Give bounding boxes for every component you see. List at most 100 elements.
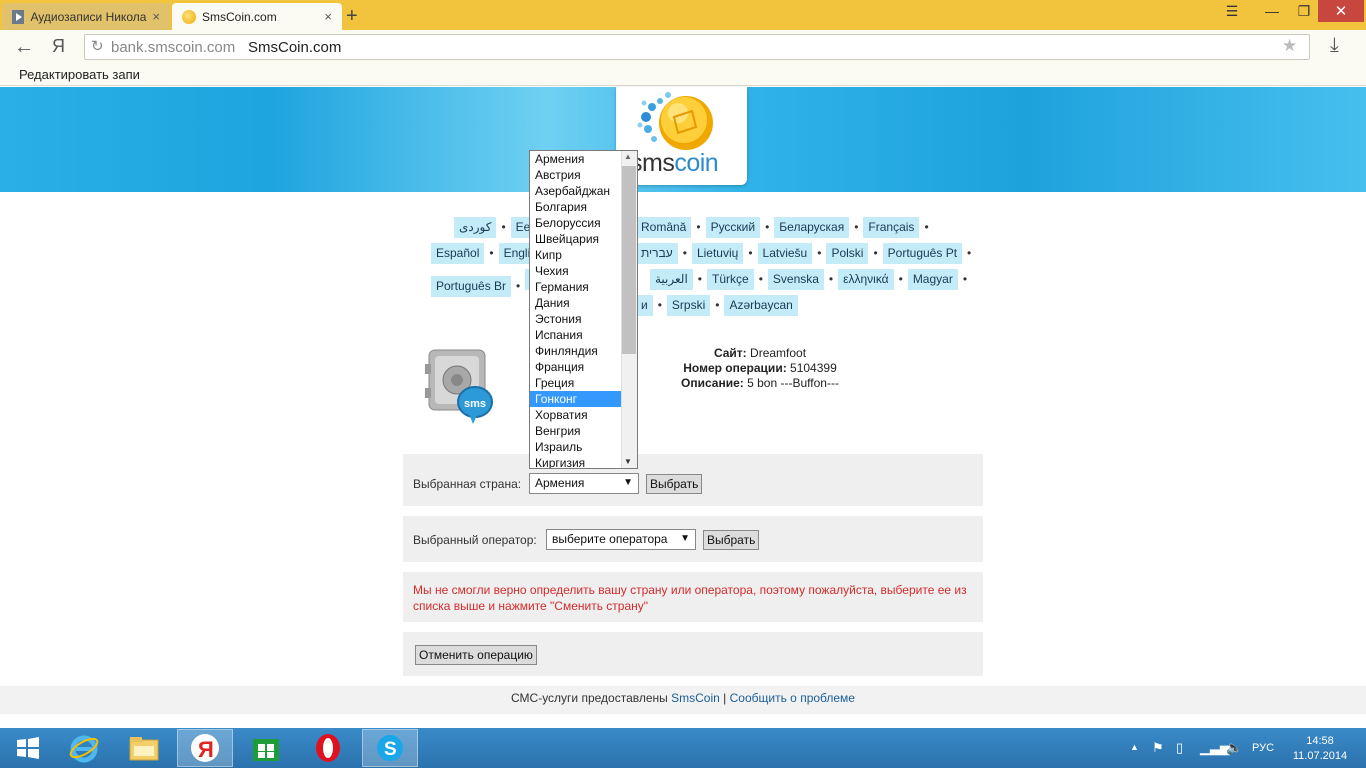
logo-text: smscoin (630, 149, 719, 177)
new-tab-button[interactable]: + (346, 5, 358, 28)
country-option[interactable]: Дания (530, 295, 622, 311)
opera-icon (316, 734, 340, 762)
language-row: العربية • Türkçe • Svenska • ελληνικά • Magyar • (650, 269, 972, 290)
cancel-operation-button[interactable]: Отменить операцию (415, 645, 537, 665)
show-hidden-icons[interactable]: ▲ (1130, 742, 1139, 752)
country-option[interactable]: Болгария (530, 199, 622, 215)
star-icon[interactable]: ★ (1282, 36, 1297, 56)
country-option[interactable]: Кипр (530, 247, 622, 263)
yandex-icon: Я (191, 734, 219, 762)
operator-select[interactable]: выберите оператора ▼ (546, 529, 696, 550)
lang-latvian[interactable]: Latviešu (757, 243, 813, 264)
chevron-down-icon: ▼ (623, 477, 633, 488)
lang-turkish[interactable]: Türkçe (707, 269, 754, 290)
lang-swedish[interactable]: Svenska (767, 269, 824, 290)
download-icon[interactable]: ⤓ (1330, 34, 1339, 57)
close-tab-icon[interactable]: × (324, 9, 332, 24)
start-button[interactable] (0, 729, 56, 767)
lang-hungarian[interactable]: Magyar (907, 269, 958, 290)
country-option[interactable]: Австрия (530, 167, 622, 183)
opera-button[interactable] (300, 729, 356, 767)
url-title: SmsCoin.com (248, 39, 342, 56)
lang-greek[interactable]: ελληνικά (838, 269, 894, 290)
language-row: и • Srpski • Azərbaycan (636, 295, 798, 316)
country-option[interactable]: Израиль (530, 439, 622, 455)
description-value: 5 bon ---Buffon--- (747, 376, 839, 390)
back-arrow-icon[interactable]: ← (14, 36, 34, 59)
smscoin-link[interactable]: SmsCoin (671, 691, 720, 705)
bookmark-item[interactable]: Редактировать запи (19, 67, 147, 82)
chevron-down-icon: ▼ (680, 533, 690, 544)
windows-icon (17, 737, 39, 759)
footer-text: СМС-услуги предоставлены SmsCoin | Сообщ… (511, 691, 855, 705)
battery-icon[interactable]: ▯ (1176, 740, 1183, 756)
lang-russian[interactable]: Русский (705, 217, 761, 238)
site-value: Dreamfoot (750, 346, 807, 360)
tab-smscoin[interactable]: SmsCoin.com × (172, 3, 342, 30)
scroll-down-icon[interactable]: ▼ (624, 457, 632, 466)
lang-hidden[interactable]: и (636, 295, 653, 316)
lang-romana[interactable]: Română (636, 217, 692, 238)
lang-lithuanian[interactable]: Lietuvių (691, 243, 744, 264)
country-option[interactable]: Азербайджан (530, 183, 622, 199)
lang-arabic[interactable]: العربية (650, 269, 693, 290)
operation-number: 5104399 (790, 361, 837, 375)
country-option[interactable]: Франция (530, 359, 622, 375)
scrollbar-thumb[interactable] (622, 166, 636, 354)
reload-icon[interactable]: ↻ (91, 37, 104, 55)
close-tab-icon[interactable]: × (152, 9, 160, 24)
lang-belarusian[interactable]: Беларуская (774, 217, 850, 238)
skype-button[interactable]: S (362, 729, 418, 767)
tab-audio[interactable]: Аудиозаписи Никола × (2, 3, 170, 30)
clock[interactable]: 14:58 11.07.2014 (1290, 734, 1350, 764)
country-option[interactable]: Германия (530, 279, 622, 295)
country-option[interactable]: Чехия (530, 263, 622, 279)
store-button[interactable] (238, 729, 294, 767)
flag-icon[interactable]: ⚑ (1152, 740, 1164, 756)
lang-polish[interactable]: Polski (826, 243, 869, 264)
country-option[interactable]: Хорватия (530, 407, 622, 423)
lang-portuguese-br[interactable]: Português Br (431, 276, 512, 297)
scroll-up-icon[interactable]: ▲ (624, 152, 632, 161)
lang-spanish[interactable]: Español (431, 243, 485, 264)
country-option[interactable]: Венгрия (530, 423, 622, 439)
error-message: Мы не смогли верно определить вашу стран… (413, 583, 967, 613)
explorer-button[interactable] (116, 729, 172, 767)
country-option[interactable]: Финляндия (530, 343, 622, 359)
country-option[interactable]: Армения (530, 151, 622, 167)
folder-icon (129, 737, 159, 761)
yandex-browser-button[interactable]: Я (177, 729, 233, 767)
choose-operator-button[interactable]: Выбрать (703, 530, 760, 550)
ie-icon (69, 735, 99, 763)
svg-text:sms: sms (464, 398, 486, 410)
menu-icon[interactable]: ☰ (1218, 0, 1246, 22)
language-row: עברית • Lietuvių • Latviešu • Polski • Português… (636, 243, 976, 264)
country-option[interactable]: Греция (530, 375, 622, 391)
lang-kurdish[interactable]: كوردی (454, 217, 497, 238)
language-indicator[interactable]: РУС (1252, 742, 1274, 754)
country-option[interactable]: Гонконг (530, 391, 622, 407)
safe-sms-icon: sms (425, 344, 495, 437)
country-select[interactable]: Армения ▼ (529, 473, 639, 494)
country-option[interactable]: Испания (530, 327, 622, 343)
country-option[interactable]: Киргизия (530, 455, 622, 468)
restore-icon[interactable]: ❐ (1290, 0, 1318, 22)
choose-country-button[interactable]: Выбрать (646, 474, 703, 494)
country-option[interactable]: Эстония (530, 311, 622, 327)
tab-label: SmsCoin.com (202, 9, 277, 24)
lang-hebrew[interactable]: עברית (636, 243, 678, 264)
yandex-button[interactable]: Я (52, 36, 65, 57)
country-option[interactable]: Швейцария (530, 231, 622, 247)
url-host: bank.smscoin.com (111, 39, 236, 56)
volume-icon[interactable]: 🔈 (1226, 740, 1242, 756)
lang-serbian[interactable]: Srpski (666, 295, 711, 316)
lang-portuguese-pt[interactable]: Português Pt (882, 243, 963, 264)
ie-button[interactable] (56, 729, 112, 767)
lang-azerbaijani[interactable]: Azərbaycan (724, 295, 798, 316)
minimize-icon[interactable]: — (1258, 0, 1286, 22)
report-problem-link[interactable]: Сообщить о проблеме (730, 691, 855, 705)
svg-text:Я: Я (198, 737, 214, 762)
country-option[interactable]: Белоруссия (530, 215, 622, 231)
lang-french[interactable]: Français (863, 217, 920, 238)
close-window-icon[interactable]: ✕ (1318, 0, 1364, 22)
